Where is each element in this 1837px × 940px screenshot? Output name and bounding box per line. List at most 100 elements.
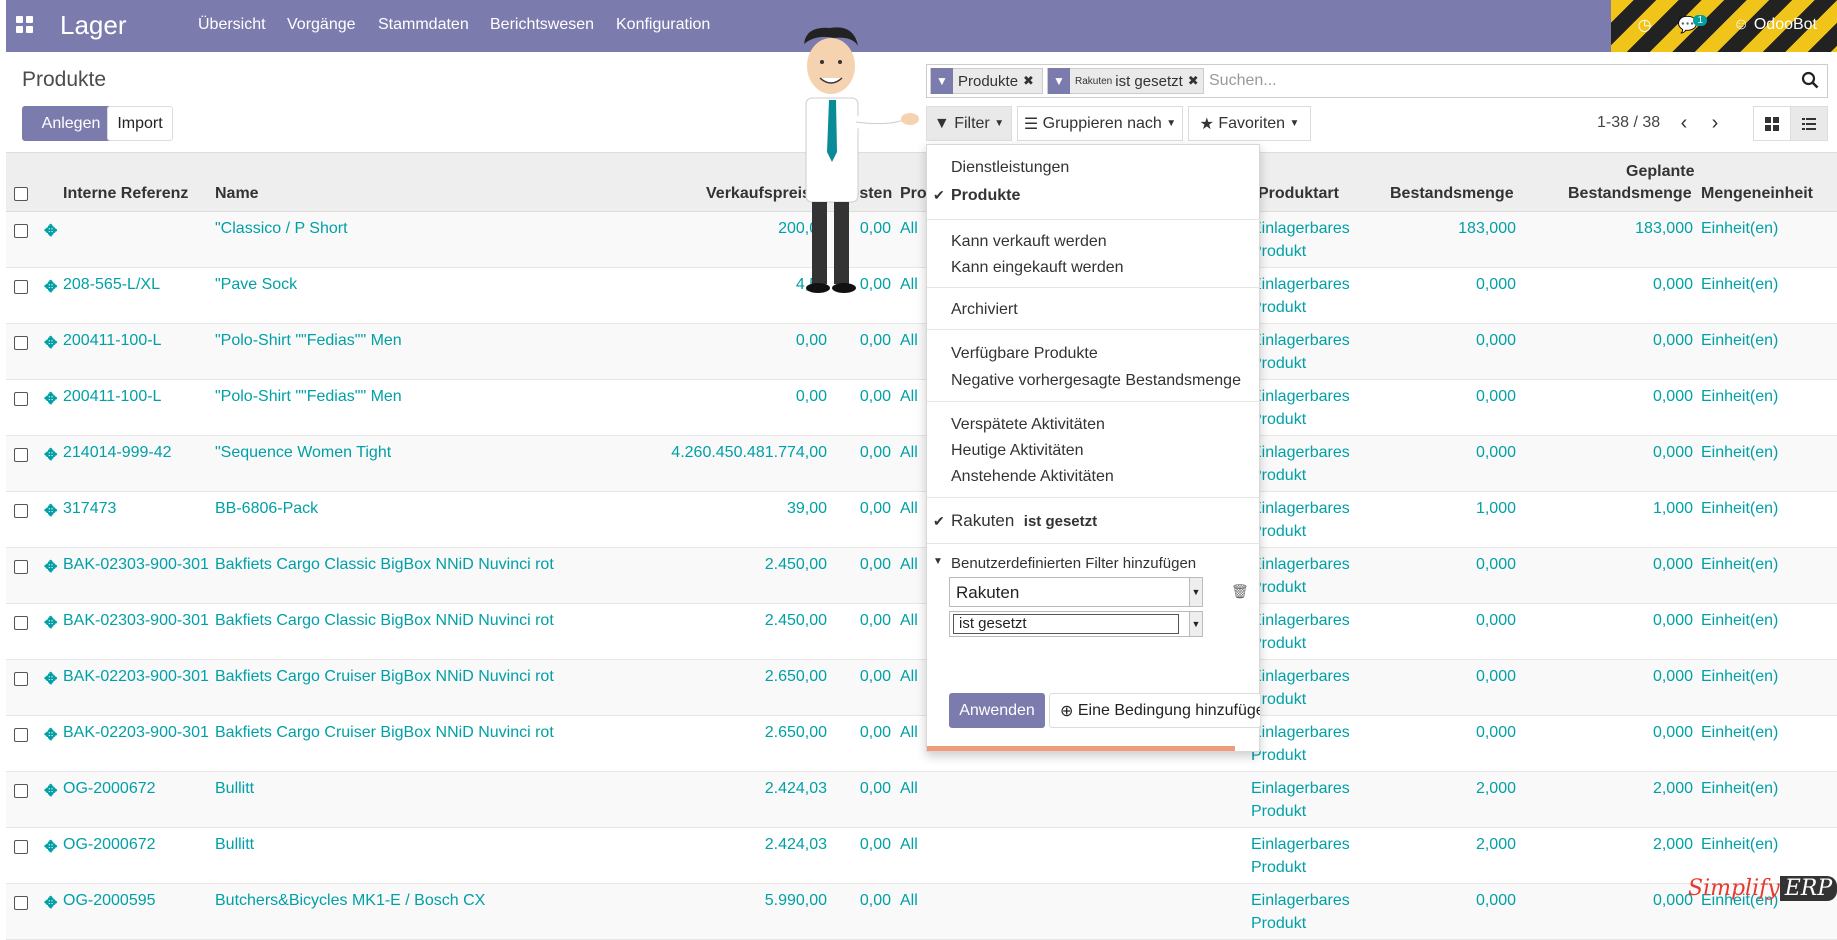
filter-archived[interactable]: Archiviert [951, 301, 1018, 319]
table-row[interactable]: ✥ 214014-999-42 "Sequence Women Tight 4.260… [6, 436, 1837, 492]
pager-next-icon[interactable]: › [1704, 106, 1726, 141]
pager-value[interactable]: 1-38 / 38 [1597, 114, 1660, 132]
drag-handle-icon[interactable]: ✥ [44, 333, 57, 353]
drag-handle-icon[interactable]: ✥ [44, 501, 57, 521]
search-bar[interactable]: ▼ Produkte ✖ ▼ Rakuten ist gesetzt ✖ Suc… [926, 64, 1828, 98]
table-row[interactable]: ✥ BAK-02203-900-301 Bakfiets Cargo Cruiser… [6, 660, 1837, 716]
filter-icon: ▼ [931, 68, 953, 94]
kanban-view-icon[interactable] [1753, 106, 1791, 141]
column-unit-of-measure[interactable]: Mengeneinheit [1701, 185, 1813, 203]
row-checkbox[interactable] [14, 840, 28, 854]
drag-handle-icon[interactable]: ✥ [44, 837, 57, 857]
row-checkbox[interactable] [14, 728, 28, 742]
row-checkbox[interactable] [14, 616, 28, 630]
add-condition-button[interactable]: ⊕ Eine Bedingung hinzufüge [1049, 693, 1261, 728]
favorites-button[interactable]: ★ Favoriten ▼ [1188, 106, 1311, 141]
menu-configuration[interactable]: Konfiguration [616, 16, 710, 34]
trash-icon[interactable]: 🗑 [1231, 583, 1249, 600]
filter-negative-forecast[interactable]: Negative vorhergesagte Bestandsmenge [951, 372, 1241, 390]
row-checkbox[interactable] [14, 224, 28, 238]
facet-remove-icon[interactable]: ✖ [1023, 73, 1034, 89]
row-checkbox[interactable] [14, 336, 28, 350]
drag-handle-icon[interactable]: ✥ [44, 613, 57, 633]
facet-remove-icon[interactable]: ✖ [1188, 73, 1199, 89]
menu-overview[interactable]: Übersicht [198, 16, 266, 34]
filter-products[interactable]: Produkte [951, 187, 1020, 205]
row-checkbox[interactable] [14, 280, 28, 294]
filter-dropdown-button[interactable]: ▼ Filter ▼ [926, 106, 1012, 141]
row-checkbox[interactable] [14, 672, 28, 686]
column-planned-line1[interactable]: Geplante [1626, 163, 1694, 181]
user-menu[interactable]: ☺ OdooBot [1733, 16, 1817, 34]
group-by-button[interactable]: ☰ Gruppieren nach ▼ [1017, 106, 1183, 141]
table-row[interactable]: ✥ 200411-100-L "Polo-Shirt ""Fedias"" Men 0… [6, 324, 1837, 380]
row-checkbox[interactable] [14, 784, 28, 798]
cell-internal-reference: 200411-100-L [63, 388, 162, 405]
table-row[interactable]: ✥ OG-2000595 Butchers&Bicycles MK1-E / Bos… [6, 884, 1837, 940]
pager-previous-icon[interactable]: ‹ [1673, 106, 1695, 141]
cell-name: "Pave Sock [215, 276, 298, 293]
drag-handle-icon[interactable]: ✥ [44, 389, 57, 409]
drag-handle-icon[interactable]: ✥ [44, 557, 57, 577]
filter-can-be-sold[interactable]: Kann verkauft werden [951, 233, 1107, 251]
table-row[interactable]: ✥ 317473 BB-6806-Pack 39,00 0,00 All Einlagerb… [6, 492, 1837, 548]
drag-handle-icon[interactable]: ✥ [44, 781, 57, 801]
table-row[interactable]: ✥ 200411-100-L "Polo-Shirt ""Fedias"" Men 0… [6, 380, 1837, 436]
filter-available-products[interactable]: Verfügbare Produkte [951, 345, 1098, 363]
filter-can-be-purchased[interactable]: Kann eingekauft werden [951, 259, 1124, 277]
messaging-icon[interactable]: 💬1 [1678, 15, 1708, 35]
cell-cost: 0,00 [859, 836, 891, 853]
column-planned-line2[interactable]: Bestandsmenge [1568, 185, 1692, 203]
caret-down-icon: ▼ [933, 556, 943, 567]
column-name[interactable]: Name [215, 185, 259, 203]
select-all-checkbox[interactable] [14, 187, 28, 201]
column-internal-reference[interactable]: Interne Referenz [63, 185, 188, 203]
search-icon[interactable] [1801, 71, 1819, 93]
apply-filter-button[interactable]: Anwenden [949, 693, 1045, 728]
drag-handle-icon[interactable]: ✥ [44, 277, 57, 297]
table-row[interactable]: ✥ BAK-02203-900-301 Bakfiets Cargo Cruiser… [6, 716, 1837, 772]
drag-handle-icon[interactable]: ✥ [44, 725, 57, 745]
row-checkbox[interactable] [14, 896, 28, 910]
import-button[interactable]: Import [107, 106, 173, 141]
row-checkbox[interactable] [14, 392, 28, 406]
row-checkbox[interactable] [14, 448, 28, 462]
cell-product-type-line2: Produkt [1251, 859, 1307, 876]
menu-master-data[interactable]: Stammdaten [378, 16, 469, 34]
cell-stock-quantity: 0,000 [1475, 724, 1516, 741]
apps-grid-icon[interactable] [16, 16, 34, 34]
column-product-type[interactable]: Produktart [1258, 185, 1339, 203]
drag-handle-icon[interactable]: ✥ [44, 893, 57, 913]
custom-filter-operator-select[interactable]: ist gesetzt ▼ [949, 611, 1203, 637]
drag-handle-icon[interactable]: ✥ [44, 669, 57, 689]
table-row[interactable]: ✥ BAK-02303-900-301 Bakfiets Cargo Classic… [6, 548, 1837, 604]
cell-sales-price: 39,00 [786, 500, 827, 517]
table-row[interactable]: ✥ BAK-02303-900-301 Bakfiets Cargo Classic… [6, 604, 1837, 660]
cell-cost: 0,00 [859, 668, 891, 685]
activity-clock-icon[interactable]: ◷ [1638, 15, 1652, 35]
column-stock-quantity[interactable]: Bestandsmenge [1390, 185, 1514, 203]
table-row[interactable]: ✥ OG-2000672 Bullitt 2.424,03 0,00 All Einlage… [6, 772, 1837, 828]
filter-upcoming-activities[interactable]: Anstehende Aktivitäten [951, 468, 1114, 486]
cell-internal-reference: BAK-02203-900-301 [63, 668, 209, 685]
drag-handle-icon[interactable]: ✥ [44, 445, 57, 465]
create-button[interactable]: Anlegen [22, 106, 120, 141]
filter-custom-rakuten[interactable]: Rakuten ist gesetzt [951, 511, 1097, 531]
custom-filter-field-select[interactable]: Rakuten ▼ [949, 577, 1203, 607]
search-input[interactable]: Suchen... [1209, 72, 1277, 90]
cell-name: Butchers&Bicycles MK1-E / Bosch CX [215, 892, 486, 909]
menu-operations[interactable]: Vorgänge [287, 16, 356, 34]
row-checkbox[interactable] [14, 504, 28, 518]
cell-planned-quantity: 0,000 [1652, 276, 1693, 293]
filter-late-activities[interactable]: Verspätete Aktivitäten [951, 416, 1105, 434]
list-view-icon[interactable] [1790, 106, 1828, 141]
cell-product-type-line1: Einlagerbares [1251, 836, 1350, 853]
filter-services[interactable]: Dienstleistungen [951, 159, 1069, 177]
filter-today-activities[interactable]: Heutige Aktivitäten [951, 442, 1084, 460]
menu-reporting[interactable]: Berichtswesen [490, 16, 594, 34]
add-custom-filter-toggle[interactable]: Benutzerdefinierten Filter hinzufügen [951, 555, 1196, 572]
drag-handle-icon[interactable]: ✥ [44, 221, 57, 241]
row-checkbox[interactable] [14, 560, 28, 574]
table-row[interactable]: ✥ OG-2000672 Bullitt 2.424,03 0,00 All Einlage… [6, 828, 1837, 884]
cell-cost: 0,00 [859, 612, 891, 629]
